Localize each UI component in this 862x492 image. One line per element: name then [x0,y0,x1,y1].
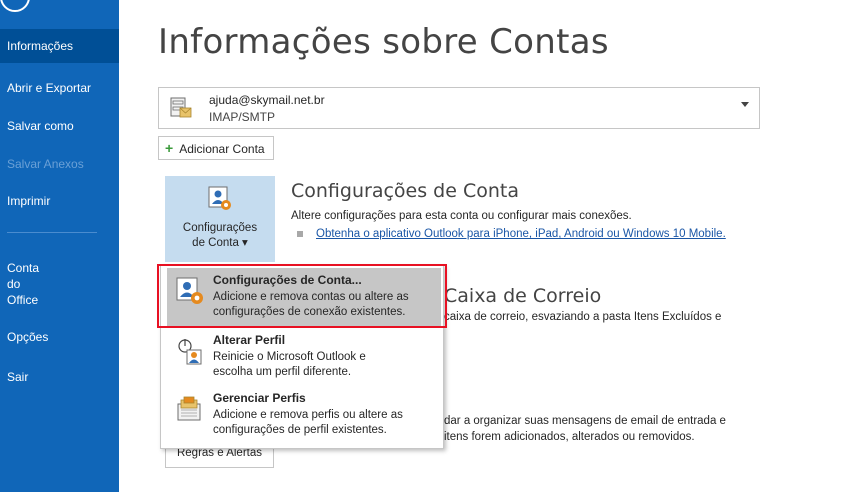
menu-item-desc-line: configurações de conexão existentes. [213,306,406,318]
menu-item-configuracoes-conta[interactable]: Configurações de Conta... Adicione e rem… [167,268,441,326]
account-settings-icon [176,277,203,304]
sidebar-item-opcoes[interactable]: Opções [0,329,119,345]
menu-item-title: Configurações de Conta... [213,273,362,287]
sidebar-item-sair[interactable]: Sair [0,369,119,385]
manage-profiles-icon [177,396,201,421]
menu-item-gerenciar-perfis[interactable]: Gerenciar Perfis Adicione e remova perfi… [167,386,441,444]
menu-item-desc-line: Adicione e remova perfis ou altere as [213,409,403,421]
account-selector[interactable]: ajuda@skymail.net.br IMAP/SMTP [158,87,760,129]
sidebar-item-label-line: Conta [7,261,40,275]
mailbox-desc: caixa de correio, esvaziando a pasta Ite… [444,311,722,323]
menu-item-desc-line: Adicione e remova contas ou altere as [213,291,409,303]
change-profile-icon [178,339,202,365]
account-type: IMAP/SMTP [209,110,276,124]
menu-item-title: Alterar Perfil [213,333,286,347]
sidebar-item-abrir-exportar[interactable]: Abrir e Exportar [0,80,119,96]
sidebar-item-conta-office[interactable]: Conta do Office [0,260,119,308]
sidebar-item-label-line: do [7,277,21,291]
menu-item-desc-line: configurações de perfil existentes. [213,424,387,436]
backstage-sidebar: Informações Abrir e Exportar Salvar como… [0,0,119,492]
back-button[interactable] [0,0,30,12]
account-settings-button[interactable]: Configurações de Conta ▾ [165,176,275,262]
sidebar-item-imprimir[interactable]: Imprimir [0,193,119,209]
menu-item-title: Gerenciar Perfis [213,391,306,405]
chevron-down-icon[interactable] [741,102,749,107]
add-account-label: Adicionar Conta [179,142,265,156]
menu-item-alterar-perfil[interactable]: Alterar Perfil Reinicie o Microsoft Outl… [167,328,441,386]
menu-item-desc: Reinicie o Microsoft Outlook e escolha u… [213,350,438,380]
account-server-icon [170,97,192,118]
menu-item-desc-line: Reinicie o Microsoft Outlook e [213,351,366,363]
bullet-icon [297,231,303,237]
account-settings-button-label: de Conta ▾ [192,237,248,249]
mailbox-title: Caixa de Correio [444,285,602,307]
menu-item-desc-line: escolha um perfil diferente. [213,366,352,378]
account-settings-icon [208,186,231,210]
account-settings-button-label: Configurações [182,222,258,234]
account-email: ajuda@skymail.net.br [209,93,325,107]
sidebar-item-salvar-anexos: Salvar Anexos [7,157,84,171]
sidebar-divider [7,232,97,233]
account-settings-desc: Altere configurações para esta conta ou … [291,210,632,222]
outlook-mobile-link[interactable]: Obtenha o aplicativo Outlook para iPhone… [316,228,726,240]
menu-item-desc: Adicione e remova perfis ou altere as co… [213,408,438,438]
account-settings-menu: Configurações de Conta... Adicione e rem… [160,265,444,449]
rules-desc-line1: dar a organizar suas mensagens de email … [444,415,726,427]
sidebar-item-label-line: Office [7,293,39,307]
plus-icon: + [165,140,174,156]
sidebar-item-salvar-como[interactable]: Salvar como [0,118,119,134]
page-title: Informações sobre Contas [158,22,609,62]
account-settings-title: Configurações de Conta [291,180,519,202]
sidebar-item-informacoes[interactable]: Informações [0,29,119,63]
menu-item-desc: Adicione e remova contas ou altere as co… [213,290,438,320]
add-account-button[interactable]: + Adicionar Conta [158,136,274,160]
rules-desc-line2: itens forem adicionados, alterados ou re… [444,431,695,443]
